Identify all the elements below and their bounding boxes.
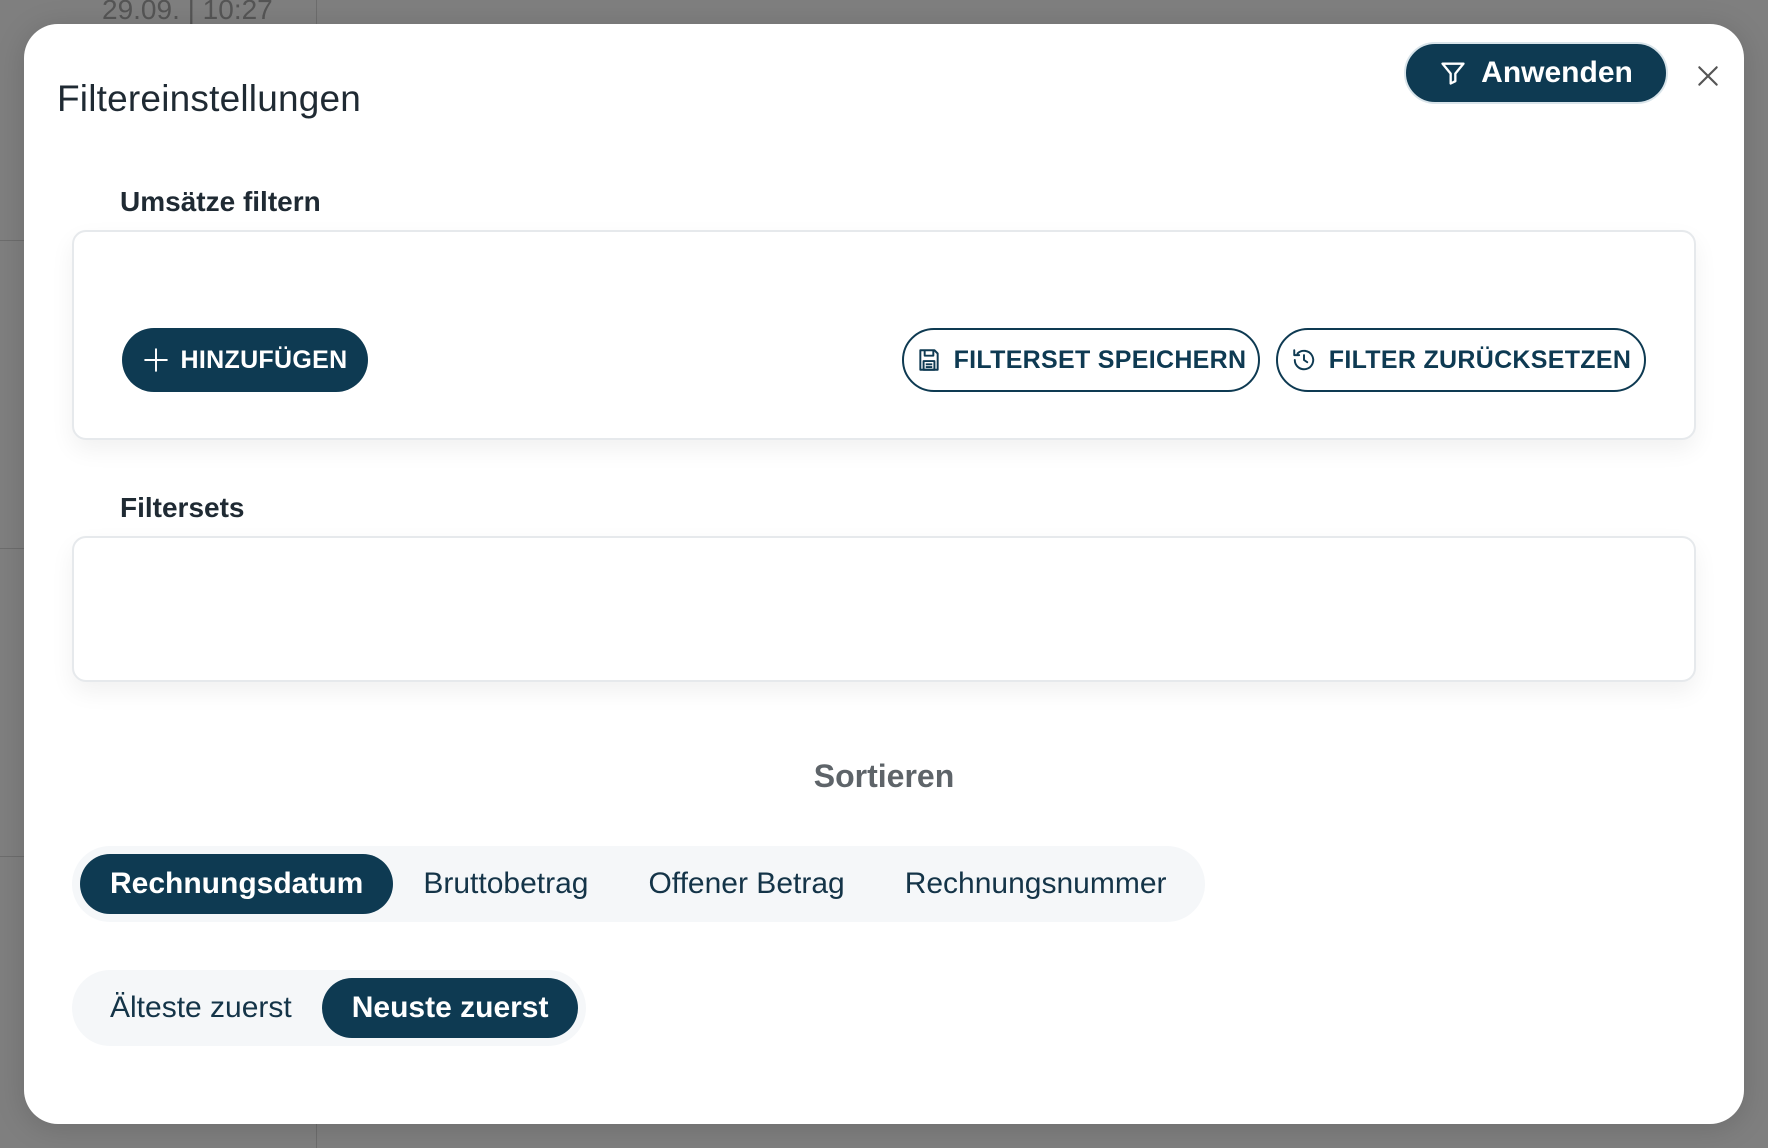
save-filterset-button-label: FILTERSET SPEICHERN bbox=[953, 345, 1247, 374]
floppy-disk-icon bbox=[918, 349, 939, 371]
save-filterset-button[interactable]: FILTERSET SPEICHERN bbox=[902, 328, 1260, 392]
sort-order-newest-first[interactable]: Neuste zuerst bbox=[321, 978, 579, 1038]
sort-field-invoice-date[interactable]: Rechnungsdatum bbox=[80, 854, 394, 914]
background-divider bbox=[0, 856, 24, 857]
reset-filter-button[interactable]: FILTER ZURÜCKSETZEN bbox=[1276, 328, 1646, 392]
reset-filter-button-label: FILTER ZURÜCKSETZEN bbox=[1328, 345, 1632, 374]
filter-section-label: Umsätze filtern bbox=[120, 186, 321, 217]
plus-icon bbox=[143, 348, 168, 372]
apply-button[interactable]: Anwenden bbox=[1404, 42, 1668, 104]
background-divider bbox=[316, 1124, 317, 1148]
background-divider bbox=[0, 240, 24, 241]
sort-field-segmented-control: Rechnungsdatum Bruttobetrag Offener Betr… bbox=[72, 846, 1205, 922]
background-divider bbox=[316, 0, 317, 24]
filter-settings-modal: Filtereinstellungen Anwenden Umsätze fil… bbox=[24, 24, 1744, 1124]
add-filter-button-label: HINZUFÜGEN bbox=[180, 345, 348, 374]
background-timestamp: 29.09. | 10:27 bbox=[102, 0, 273, 25]
modal-title: Filtereinstellungen bbox=[57, 78, 362, 119]
sort-field-invoice-number[interactable]: Rechnungsnummer bbox=[875, 854, 1197, 914]
filter-icon bbox=[1441, 62, 1465, 85]
close-button[interactable] bbox=[1686, 54, 1730, 98]
sort-field-open-amount[interactable]: Offener Betrag bbox=[618, 854, 874, 914]
history-icon bbox=[1293, 349, 1314, 371]
sort-order-segmented-control: Älteste zuerst Neuste zuerst bbox=[72, 970, 587, 1046]
sort-order-oldest-first[interactable]: Älteste zuerst bbox=[80, 978, 322, 1038]
apply-button-label: Anwenden bbox=[1481, 56, 1633, 89]
sort-field-gross-amount[interactable]: Bruttobetrag bbox=[393, 854, 618, 914]
filtersets-card bbox=[72, 536, 1696, 682]
filtersets-section-label: Filtersets bbox=[120, 492, 245, 523]
close-icon bbox=[1698, 66, 1718, 86]
add-filter-button[interactable]: HINZUFÜGEN bbox=[122, 328, 368, 392]
background-divider bbox=[0, 548, 24, 549]
filter-card: HINZUFÜGEN FILTERSET SPEICHERN FILTER ZU… bbox=[72, 230, 1696, 440]
sort-title: Sortieren bbox=[813, 758, 955, 794]
